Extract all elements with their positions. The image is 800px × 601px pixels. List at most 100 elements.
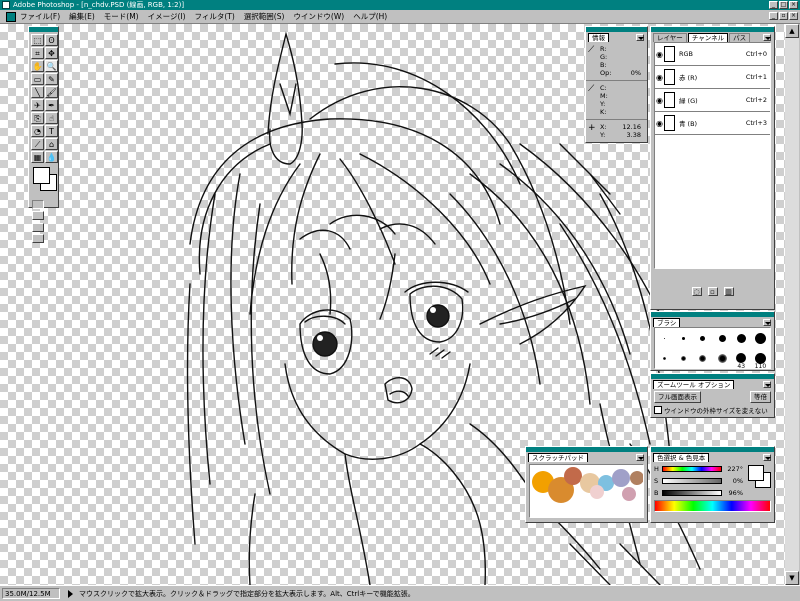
channel-thumbnail xyxy=(663,92,675,108)
actual-pixels-button[interactable]: 等倍 xyxy=(750,391,771,403)
brushes-menu-button[interactable] xyxy=(763,319,771,326)
document-size-readout[interactable]: 35.0M/12.5M xyxy=(2,588,60,599)
channel-row-red[interactable]: ◉ 赤 (R) Ctrl+1 xyxy=(655,66,770,89)
doc-restore-button[interactable]: ▫ xyxy=(779,12,788,20)
brightness-slider[interactable] xyxy=(662,489,722,496)
line-tool-icon[interactable]: ╲ xyxy=(31,86,44,98)
info-position-section: + X: 12.16 Y: 3.38 xyxy=(586,120,647,142)
brush-soft-13[interactable] xyxy=(699,354,707,362)
menu-help[interactable]: ヘルプ(H) xyxy=(353,11,387,22)
info-y-value: 3.38 xyxy=(626,131,641,139)
eyedropper-tool-icon[interactable]: ⟋ xyxy=(31,138,44,150)
load-selection-icon[interactable]: ◌ xyxy=(691,287,702,296)
scroll-up-icon[interactable]: ▲ xyxy=(785,24,799,38)
trash-icon[interactable]: ▥ xyxy=(723,287,734,296)
status-menu-arrow-icon[interactable] xyxy=(68,589,73,598)
smudge-tool-icon[interactable]: ☝ xyxy=(45,112,58,124)
blur-tool-icon[interactable]: 💧 xyxy=(45,151,58,163)
brush-5[interactable] xyxy=(700,335,706,341)
fit-on-screen-button[interactable]: フル画面表示 xyxy=(654,391,701,403)
brush-3[interactable] xyxy=(682,336,686,340)
channel-row-green[interactable]: ◉ 緑 (G) Ctrl+2 xyxy=(655,89,770,112)
document-system-icon[interactable] xyxy=(6,11,16,22)
airbrush-tool-icon[interactable]: ✈ xyxy=(31,99,44,111)
checkbox-icon[interactable] xyxy=(654,406,662,414)
eye-icon[interactable]: ◉ xyxy=(655,50,664,59)
standard-mode-button[interactable] xyxy=(32,200,44,209)
screen-mode-window-button[interactable] xyxy=(32,223,44,232)
channel-row-rgb[interactable]: ◉ RGB Ctrl+0 xyxy=(655,43,770,66)
scratch-menu-button[interactable] xyxy=(636,454,644,461)
tab-scratch[interactable]: スクラッチパッド xyxy=(528,453,588,462)
type-tool-icon[interactable]: T xyxy=(45,125,58,137)
eye-icon[interactable]: ◉ xyxy=(655,119,664,128)
photoshop-app-icon[interactable] xyxy=(2,1,10,9)
eye-icon[interactable]: ◉ xyxy=(655,73,664,82)
tab-zoom-options[interactable]: ズームツール オプション xyxy=(653,380,735,389)
brush-soft-9[interactable] xyxy=(681,355,687,361)
gradient-tool-icon[interactable]: ▦ xyxy=(31,151,44,163)
color-spectrum-bar[interactable] xyxy=(654,500,771,512)
scroll-down-icon[interactable]: ▼ xyxy=(785,571,799,585)
picker-foreground-swatch[interactable] xyxy=(748,465,764,481)
scratch-pad-area[interactable] xyxy=(529,464,644,518)
new-channel-icon[interactable]: ▫ xyxy=(707,287,718,296)
brush-tool-icon[interactable]: 🖌 xyxy=(45,86,58,98)
brush-1[interactable] xyxy=(664,337,666,339)
menu-window[interactable]: ウインドウ(W) xyxy=(293,11,344,22)
brush-19[interactable] xyxy=(754,332,766,344)
quickmask-mode-button[interactable] xyxy=(32,211,44,220)
info-menu-button[interactable] xyxy=(636,34,644,41)
rubber-stamp-tool-icon[interactable]: ⎘ xyxy=(31,112,44,124)
brush-43[interactable]: 43 xyxy=(736,353,747,370)
hand-tool-icon[interactable]: ✋ xyxy=(31,60,44,72)
zoom-tool-icon[interactable]: 🔍 xyxy=(45,60,58,72)
layers-menu-button[interactable] xyxy=(763,34,771,41)
screen-mode-full-button[interactable] xyxy=(32,234,44,243)
pencil-tool-icon[interactable]: ✎ xyxy=(45,73,58,85)
eye-icon[interactable]: ◉ xyxy=(655,96,664,105)
doc-minimize-button[interactable]: _ xyxy=(769,12,778,20)
tab-brushes[interactable]: ブラシ xyxy=(653,318,681,327)
hue-slider[interactable] xyxy=(662,465,722,472)
brush-43-label: 43 xyxy=(737,363,746,370)
status-message: マウスクリックで拡大表示。クリック＆ドラッグで指定部分を拡大表示します。Alt、… xyxy=(79,589,415,598)
tab-paths[interactable]: パス xyxy=(729,33,751,42)
menu-select[interactable]: 選択範囲(S) xyxy=(244,11,285,22)
crop-tool-icon[interactable]: ⌗ xyxy=(31,47,44,59)
vertical-scrollbar[interactable]: ▲ ▼ xyxy=(785,24,799,585)
zoom-options-menu-button[interactable] xyxy=(763,381,771,388)
menu-mode[interactable]: モード(M) xyxy=(104,11,139,22)
lasso-tool-icon[interactable]: ʘ xyxy=(45,34,58,46)
maximize-button[interactable]: □ xyxy=(779,1,788,9)
hue-label: H xyxy=(654,464,659,473)
tab-channels[interactable]: チャンネル xyxy=(687,33,729,42)
tab-info[interactable]: 情報 xyxy=(588,33,609,42)
tab-layers[interactable]: レイヤー xyxy=(653,33,687,42)
eraser-tool-icon[interactable]: ▭ xyxy=(31,73,44,85)
brush-soft-5[interactable] xyxy=(663,356,667,360)
brush-9[interactable] xyxy=(718,334,726,342)
menu-filter[interactable]: フィルタ(T) xyxy=(195,11,235,22)
tab-color-picker[interactable]: 色選択 & 色見本 xyxy=(653,453,710,462)
brush-110[interactable]: 110 xyxy=(755,352,766,370)
brush-13[interactable] xyxy=(736,333,746,343)
menu-edit[interactable]: 編集(E) xyxy=(69,11,95,22)
foreground-color-swatch[interactable] xyxy=(33,167,50,184)
saturation-slider[interactable] xyxy=(662,477,722,484)
minimize-button[interactable]: _ xyxy=(769,1,778,9)
doc-close-button[interactable]: × xyxy=(789,12,798,20)
color-menu-button[interactable] xyxy=(763,454,771,461)
menu-file[interactable]: ファイル(F) xyxy=(20,11,60,22)
brush-soft-17[interactable] xyxy=(717,353,727,363)
move-tool-icon[interactable]: ✥ xyxy=(45,47,58,59)
channel-name: RGB xyxy=(678,50,693,58)
close-button[interactable]: × xyxy=(789,1,798,9)
menu-image[interactable]: イメージ(I) xyxy=(148,11,186,22)
resize-windows-checkbox[interactable]: ウインドウの外枠サイズを変えない xyxy=(654,405,771,415)
pen-tool-icon[interactable]: ✒ xyxy=(45,99,58,111)
marquee-tool-icon[interactable]: ⬚ xyxy=(31,34,44,46)
bucket-tool-icon[interactable]: ⌂ xyxy=(45,138,58,150)
channel-row-blue[interactable]: ◉ 青 (B) Ctrl+3 xyxy=(655,112,770,135)
dodge-tool-icon[interactable]: ◔ xyxy=(31,125,44,137)
